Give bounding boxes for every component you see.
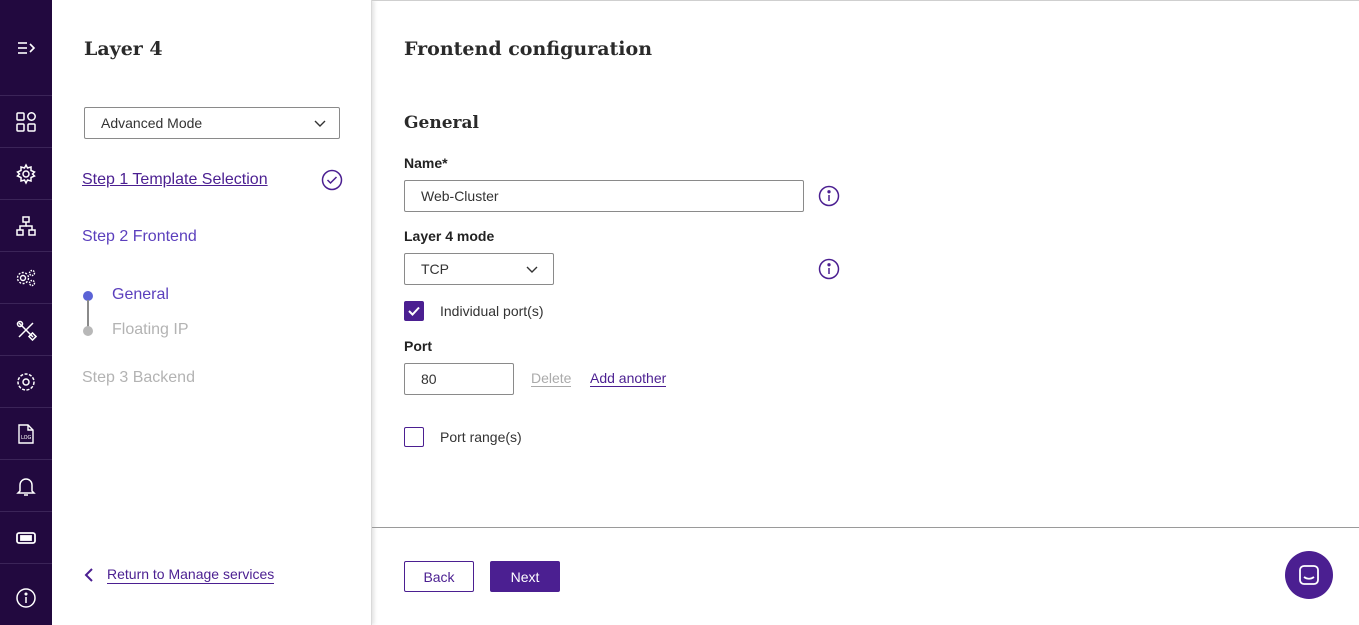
- layer4-mode-value: TCP: [421, 261, 449, 277]
- wizard-title: Layer 4: [84, 38, 163, 60]
- expand-menu-icon: [15, 37, 37, 59]
- chat-icon: [1299, 565, 1319, 585]
- return-link-label: Return to Manage services: [107, 566, 275, 584]
- check-circle-icon: [321, 169, 343, 191]
- next-button[interactable]: Next: [490, 561, 560, 592]
- individual-ports-label: Individual port(s): [440, 303, 544, 319]
- name-input[interactable]: Web-Cluster: [404, 180, 804, 212]
- substep-general[interactable]: General: [112, 286, 169, 304]
- substep-floating-ip: Floating IP: [112, 321, 189, 338]
- app: LOG Layer 4 Advanced Mode Step 1 Templat…: [0, 0, 1359, 625]
- checkmark-icon: [408, 306, 420, 316]
- add-another-port-link[interactable]: Add another: [590, 370, 667, 387]
- dashboard-grid-icon: [15, 111, 37, 133]
- settings-icon: [15, 371, 37, 393]
- rail-tools[interactable]: [0, 304, 52, 356]
- services-gear-icon: [15, 162, 37, 185]
- svg-text:LOG: LOG: [21, 435, 32, 441]
- rail-tickets[interactable]: [0, 512, 52, 564]
- tools-icon: [15, 319, 37, 341]
- port-label: Port: [404, 338, 432, 354]
- top-border: [372, 0, 1359, 1]
- log-file-icon: LOG: [15, 423, 37, 445]
- step-backend: Step 3 Backend: [82, 369, 195, 386]
- chevron-left-icon: [84, 568, 93, 582]
- mode-select-value: Advanced Mode: [101, 115, 203, 131]
- step-frontend[interactable]: Step 2 Frontend: [82, 228, 197, 246]
- settings-cogs-icon: [15, 267, 37, 289]
- wizard-panel: Layer 4 Advanced Mode Step 1 Template Se…: [52, 0, 372, 625]
- name-label: Name*: [404, 155, 448, 171]
- delete-port-link: Delete: [531, 370, 572, 387]
- substep-dot-floating-ip: [83, 326, 93, 336]
- ticket-icon: [15, 527, 37, 549]
- port-input-value: 80: [421, 371, 437, 387]
- port-ranges-checkbox[interactable]: [404, 427, 424, 447]
- rail-info[interactable]: [0, 572, 52, 624]
- layer4-mode-label: Layer 4 mode: [404, 228, 495, 244]
- network-icon: [15, 215, 37, 237]
- rail-settings[interactable]: [0, 356, 52, 408]
- name-input-value: Web-Cluster: [421, 188, 499, 204]
- chat-launcher-button[interactable]: [1285, 551, 1333, 599]
- info-icon[interactable]: [818, 258, 840, 280]
- rail-cogs[interactable]: [0, 252, 52, 304]
- rail-services[interactable]: [0, 148, 52, 200]
- substep-connector: [87, 300, 89, 327]
- section-title: General: [404, 113, 479, 133]
- back-button[interactable]: Back: [404, 561, 474, 592]
- icon-rail: LOG: [0, 0, 52, 625]
- individual-ports-checkbox[interactable]: [404, 301, 424, 321]
- step-template-selection[interactable]: Step 1 Template Selection: [82, 171, 268, 189]
- info-icon: [15, 587, 37, 609]
- rail-network[interactable]: [0, 200, 52, 252]
- port-ranges-label: Port range(s): [440, 429, 522, 445]
- chevron-down-icon: [526, 266, 538, 273]
- layer4-mode-select[interactable]: TCP: [404, 253, 554, 285]
- main-content: Frontend configuration General Name* Web…: [372, 0, 1359, 625]
- info-icon[interactable]: [818, 185, 840, 207]
- expand-menu-button[interactable]: [0, 0, 52, 96]
- page-title: Frontend configuration: [404, 38, 653, 60]
- mode-select[interactable]: Advanced Mode: [84, 107, 340, 139]
- footer-divider: [372, 527, 1359, 528]
- chevron-down-icon: [314, 120, 326, 127]
- rail-dashboard[interactable]: [0, 96, 52, 148]
- port-input[interactable]: 80: [404, 363, 514, 395]
- rail-logs[interactable]: LOG: [0, 408, 52, 460]
- rail-notifications[interactable]: [0, 460, 52, 512]
- bell-icon: [15, 475, 37, 497]
- return-to-manage-services-link[interactable]: Return to Manage services: [82, 566, 275, 584]
